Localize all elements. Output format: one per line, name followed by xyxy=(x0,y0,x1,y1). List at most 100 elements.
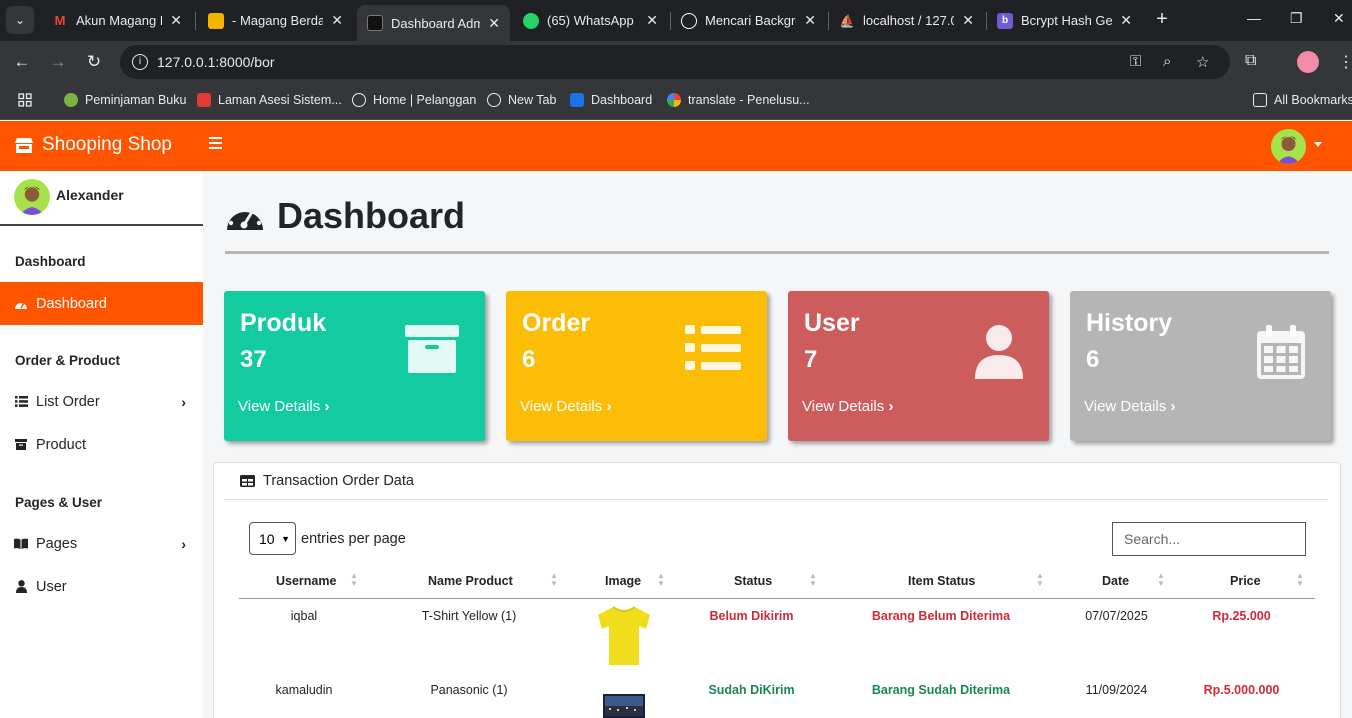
folder-icon xyxy=(1253,93,1267,107)
all-bookmarks-folder[interactable]: All Bookmarks xyxy=(1253,93,1352,107)
tab-title: Akun Magang Be xyxy=(76,13,162,28)
password-key-icon[interactable]: ⚿ xyxy=(1130,53,1141,70)
card-label: Order xyxy=(522,309,591,337)
bookmark-label: Home | Pelanggan xyxy=(373,93,477,107)
bookmark-label: New Tab xyxy=(508,93,557,107)
cell-price: Rp.25.000 xyxy=(1212,609,1271,623)
column-header-price[interactable]: Price xyxy=(1230,574,1261,588)
bookmark-item[interactable]: Peminjaman Buku xyxy=(64,93,186,107)
browser-tab[interactable]: Mencari Backgrc ✕ xyxy=(671,5,826,36)
restore-icon[interactable]: ❐ xyxy=(1290,10,1303,27)
search-input[interactable] xyxy=(1112,522,1306,556)
zoom-icon[interactable]: ⌕ xyxy=(1163,53,1171,70)
cell-item-status: Barang Sudah Diterima xyxy=(871,683,1011,697)
close-tab-icon[interactable]: ✕ xyxy=(962,12,974,29)
close-tab-icon[interactable]: ✕ xyxy=(488,15,500,32)
sort-icon[interactable]: ▲ ▼ xyxy=(1157,572,1165,588)
close-tab-icon[interactable]: ✕ xyxy=(646,12,658,29)
bookmark-star-icon[interactable]: ☆ xyxy=(1196,53,1209,71)
bookmark-item[interactable]: translate - Penelusu... xyxy=(667,93,810,107)
bookmark-item[interactable]: New Tab xyxy=(487,93,556,107)
browser-tabstrip: ⌄ M Akun Magang Be ✕ - Magang Berda ✕ Da… xyxy=(0,0,1352,41)
document-icon xyxy=(208,12,224,29)
view-details-label: View Details xyxy=(238,398,321,415)
browser-tab-active[interactable]: Dashboard Adm ✕ xyxy=(357,5,510,41)
browser-tab[interactable]: (65) WhatsApp ✕ xyxy=(513,5,668,36)
whatsapp-icon xyxy=(523,12,539,29)
sidebar-item-product[interactable]: Product xyxy=(0,423,203,466)
close-window-icon[interactable]: ✕ xyxy=(1333,10,1345,27)
entries-value: 10 xyxy=(259,530,275,547)
cell-status: Belum Dikirim xyxy=(709,609,794,623)
bookmark-item[interactable]: Home | Pelanggan xyxy=(352,93,476,107)
column-header-item-status[interactable]: Item Status xyxy=(908,574,975,588)
tab-title: localhost / 127.0 xyxy=(863,13,955,28)
url-text[interactable]: 127.0.0.1:8000/bor xyxy=(157,54,275,70)
sidebar-item-label: Product xyxy=(36,436,86,453)
header-avatar[interactable] xyxy=(1271,129,1306,164)
entries-per-page-select[interactable]: 10 ▼ xyxy=(249,522,296,555)
column-header-image[interactable]: Image xyxy=(605,574,641,588)
hamburger-menu-icon[interactable] xyxy=(209,137,222,152)
back-icon[interactable]: ← xyxy=(12,52,32,72)
bnsp-icon xyxy=(197,93,211,107)
address-bar[interactable]: i 127.0.0.1:8000/bor ⚿ ⌕ ☆ xyxy=(120,45,1230,79)
sort-icon[interactable]: ▲ ▼ xyxy=(1036,572,1044,588)
forward-icon[interactable]: → xyxy=(48,52,68,72)
shop-icon xyxy=(367,15,383,31)
close-tab-icon[interactable]: ✕ xyxy=(1120,12,1132,29)
sidebar-item-user[interactable]: User xyxy=(0,565,203,608)
column-header-date[interactable]: Date xyxy=(1102,574,1129,588)
view-details-link[interactable]: View Details › xyxy=(520,398,611,415)
close-tab-icon[interactable]: ✕ xyxy=(170,12,182,29)
brand[interactable]: Shooping Shop xyxy=(14,134,172,156)
cell-username: kamaludin xyxy=(275,683,333,697)
view-details-link[interactable]: View Details › xyxy=(1084,398,1175,415)
stat-card-order: Order 6 View Details › xyxy=(506,291,767,441)
column-header-name-product[interactable]: Name Product xyxy=(428,574,513,588)
book-icon xyxy=(14,538,28,549)
close-tab-icon[interactable]: ✕ xyxy=(804,12,816,29)
browser-tab[interactable]: M Akun Magang Be ✕ xyxy=(42,5,192,36)
browser-tab[interactable]: - Magang Berda ✕ xyxy=(198,5,353,36)
bookmark-item[interactable]: Dashboard xyxy=(570,93,652,107)
sort-icon[interactable]: ▲ ▼ xyxy=(350,572,358,588)
caret-down-icon[interactable] xyxy=(1314,142,1322,147)
sidebar-item-list-order[interactable]: List Order › xyxy=(0,380,203,423)
sort-icon[interactable]: ▲ ▼ xyxy=(657,572,665,588)
title-divider xyxy=(225,251,1329,254)
minimize-icon[interactable]: — xyxy=(1247,10,1261,26)
sidebar-heading-dashboard: Dashboard xyxy=(15,254,86,269)
apps-grid-icon[interactable] xyxy=(18,93,32,107)
bookmark-label: Laman Asesi Sistem... xyxy=(218,93,342,107)
column-header-status[interactable]: Status xyxy=(734,574,772,588)
box-icon xyxy=(14,439,28,450)
close-tab-icon[interactable]: ✕ xyxy=(331,12,343,29)
view-details-link[interactable]: View Details › xyxy=(238,398,329,415)
view-details-link[interactable]: View Details › xyxy=(802,398,893,415)
sort-icon[interactable]: ▲ ▼ xyxy=(809,572,817,588)
extensions-icon[interactable]: ⧉ xyxy=(1245,52,1256,70)
cell-item-status: Barang Belum Diterima xyxy=(871,609,1011,623)
sidebar-item-dashboard[interactable]: Dashboard xyxy=(0,282,203,325)
sidebar-item-pages[interactable]: Pages › xyxy=(0,522,203,565)
sort-icon[interactable]: ▲ ▼ xyxy=(1296,572,1304,588)
browser-tab[interactable]: b Bcrypt Hash Gen ✕ xyxy=(987,5,1142,36)
sort-icon[interactable]: ▲ ▼ xyxy=(550,572,558,588)
list-icon xyxy=(685,325,741,376)
bookmark-label: translate - Penelusu... xyxy=(688,93,810,107)
card-count: 37 xyxy=(240,346,267,373)
site-info-icon[interactable]: i xyxy=(132,54,148,70)
chevron-right-icon: › xyxy=(181,393,186,410)
reload-icon[interactable]: ↻ xyxy=(84,52,104,72)
new-tab-button[interactable]: + xyxy=(1150,8,1174,31)
menu-dots-icon[interactable]: ⋮ xyxy=(1338,52,1352,72)
column-header-username[interactable]: Username xyxy=(276,574,336,588)
gmail-icon: M xyxy=(54,13,66,28)
browser-tab[interactable]: ⛵ localhost / 127.0 ✕ xyxy=(829,5,984,36)
profile-avatar[interactable] xyxy=(1297,51,1319,73)
tab-search-button[interactable]: ⌄ xyxy=(6,6,34,34)
calendar-icon xyxy=(1257,325,1305,384)
chatgpt-icon xyxy=(681,12,697,29)
bookmark-item[interactable]: Laman Asesi Sistem... xyxy=(197,93,342,107)
